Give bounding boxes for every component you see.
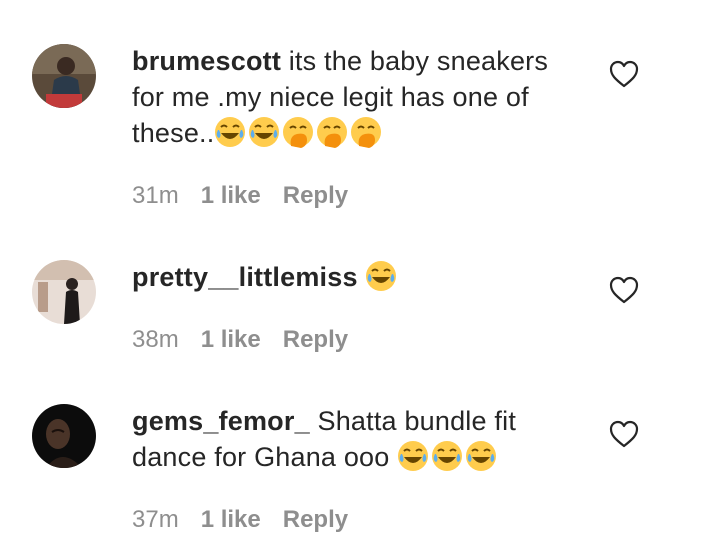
- comment-time: 31m: [132, 182, 179, 209]
- like-heart-icon[interactable]: [609, 276, 639, 304]
- hand-over-mouth-emoji-icon: [351, 117, 382, 148]
- comment-likes[interactable]: 1 like: [201, 506, 261, 533]
- like-heart-icon[interactable]: [609, 60, 639, 88]
- comment-body: pretty__littlemiss: [132, 259, 562, 295]
- comment-meta: 38m 1 like Reply: [132, 325, 370, 355]
- comment-time: 38m: [132, 326, 179, 353]
- comment-time: 37m: [132, 506, 179, 533]
- laugh-cry-emoji-icon: [249, 117, 280, 147]
- reply-button[interactable]: Reply: [283, 506, 348, 533]
- laugh-cry-emoji-icon: [366, 261, 397, 291]
- laugh-cry-emoji-icon: [215, 117, 246, 147]
- comment-meta: 31m 1 like Reply: [132, 181, 370, 211]
- avatar[interactable]: [32, 44, 96, 108]
- laugh-cry-emoji-icon: [466, 441, 497, 471]
- comment-username[interactable]: brumescott: [132, 46, 281, 76]
- reply-button[interactable]: Reply: [283, 326, 348, 353]
- laugh-cry-emoji-icon: [432, 441, 463, 471]
- hand-over-mouth-emoji-icon: [283, 117, 314, 148]
- comment-likes[interactable]: 1 like: [201, 326, 261, 353]
- comment-meta: 37m 1 like Reply: [132, 505, 370, 535]
- laugh-cry-emoji-icon: [398, 441, 429, 471]
- avatar[interactable]: [32, 260, 96, 324]
- reply-button[interactable]: Reply: [283, 182, 348, 209]
- comment-body: brumescott its the baby sneakers for me …: [132, 43, 562, 151]
- avatar[interactable]: [32, 404, 96, 468]
- comment-username[interactable]: pretty__littlemiss: [132, 262, 358, 292]
- comment-likes[interactable]: 1 like: [201, 182, 261, 209]
- comment-username[interactable]: gems_femor_: [132, 406, 310, 436]
- hand-over-mouth-emoji-icon: [317, 117, 348, 148]
- like-heart-icon[interactable]: [609, 420, 639, 448]
- comment-body: gems_femor_ Shatta bundle fit dance for …: [132, 403, 562, 475]
- comment-text: [358, 262, 366, 292]
